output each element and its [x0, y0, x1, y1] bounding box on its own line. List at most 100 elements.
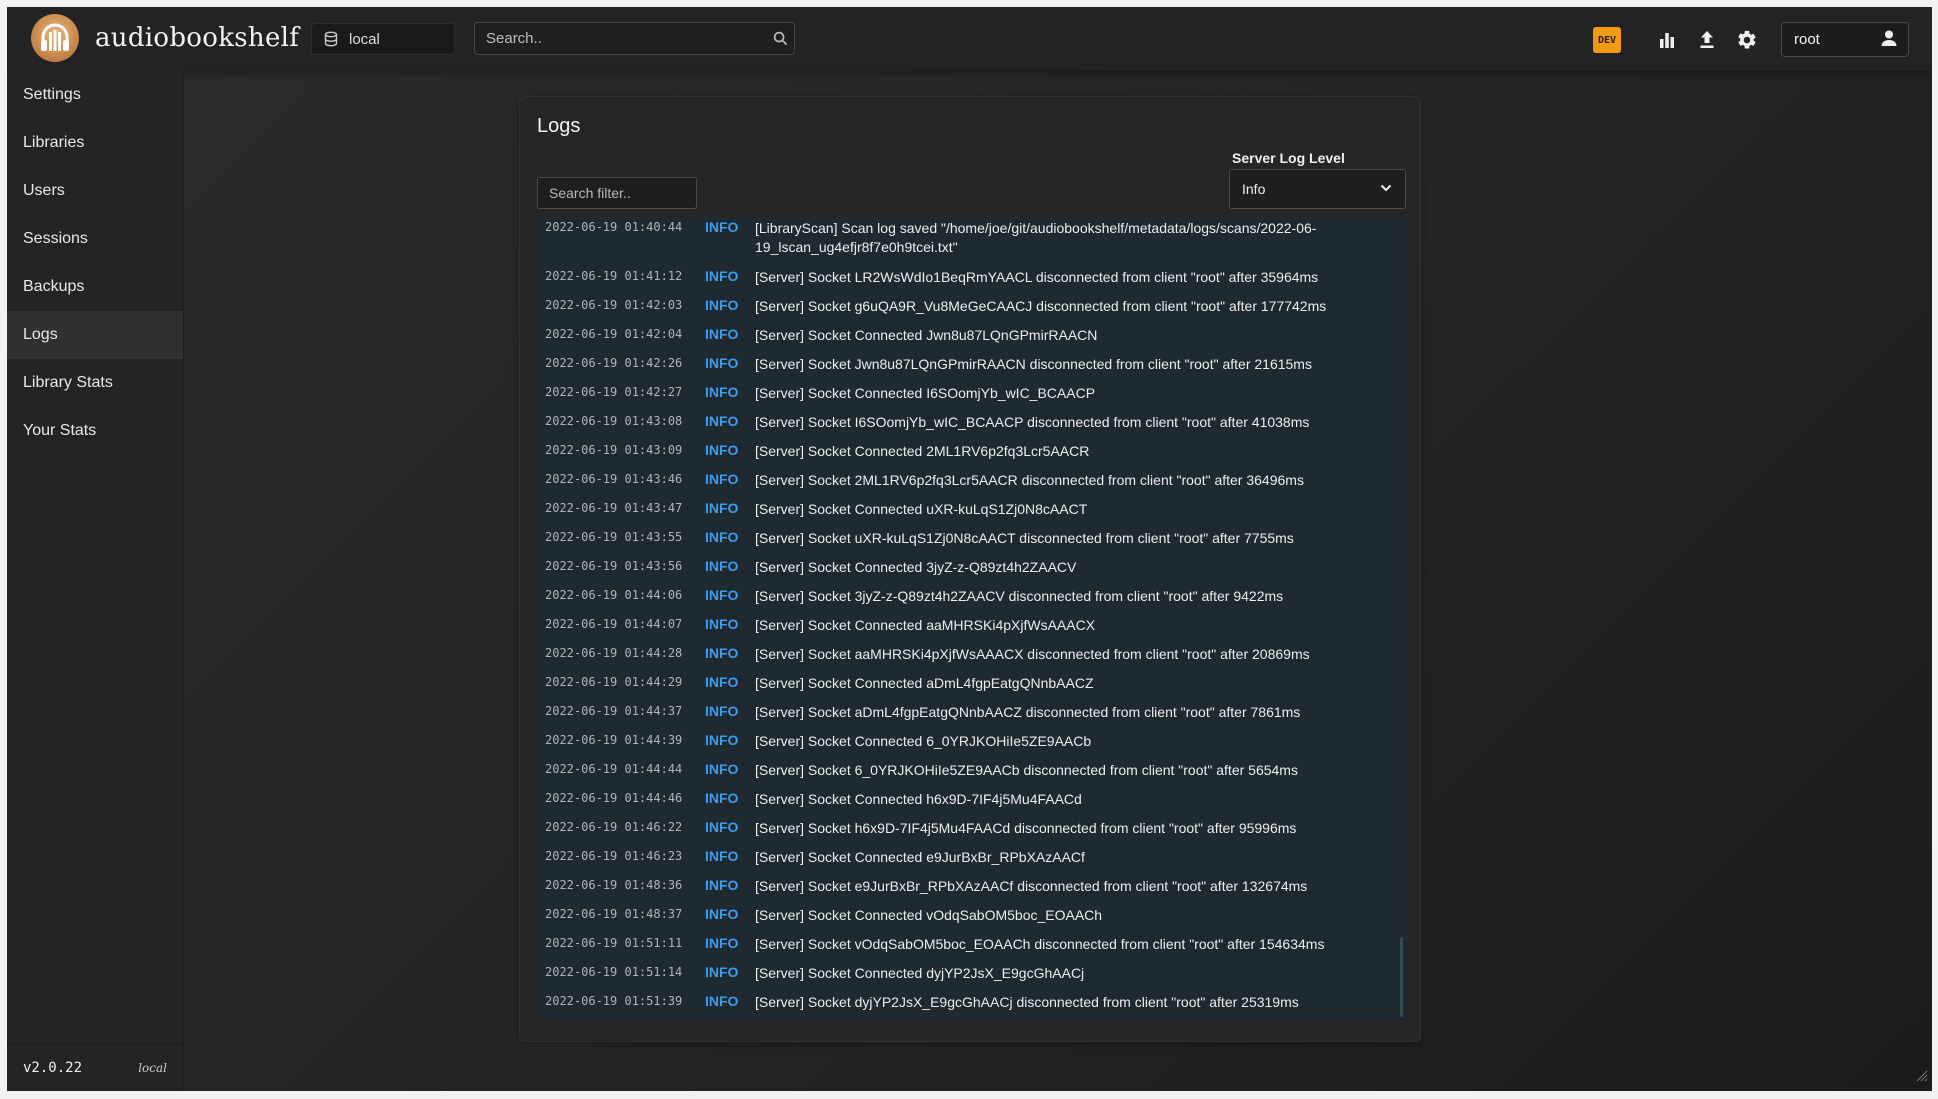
log-timestamp: 2022-06-19 01:42:26 [545, 356, 683, 370]
global-search[interactable] [474, 22, 795, 55]
log-message: [Server] Socket Jwn8u87LQnGPmirRAACN dis… [755, 356, 1312, 372]
log-level-tag: INFO [705, 297, 739, 313]
log-message: [Server] Socket e9JurBxBr_RPbXAzAACf dis… [755, 878, 1308, 894]
sidebar-item-logs[interactable]: Logs [7, 311, 183, 359]
user-menu-button[interactable]: root [1781, 22, 1909, 57]
log-row: 2022-06-19 01:44:44 INFO [Server] Socket 6… [537, 760, 1406, 789]
search-input[interactable] [475, 29, 766, 48]
log-timestamp: 2022-06-19 01:48:36 [545, 878, 683, 892]
log-timestamp: 2022-06-19 01:42:04 [545, 327, 683, 341]
settings-icon[interactable] [1734, 27, 1760, 53]
log-message: [Server] Socket Connected e9JurBxBr_RPbX… [755, 849, 1085, 865]
log-row: 2022-06-19 01:44:06 INFO [Server] Socket 3… [537, 586, 1406, 615]
log-level-tag: INFO [705, 964, 739, 980]
log-message: [Server] Socket Connected vOdqSabOM5boc_… [755, 907, 1103, 923]
stats-icon[interactable] [1654, 27, 1680, 53]
log-timestamp: 2022-06-19 01:44:39 [545, 733, 683, 747]
app-logo[interactable] [31, 14, 79, 62]
log-row: 2022-06-19 01:43:09 INFO [Server] Socket C… [537, 441, 1406, 470]
log-message: [Server] Socket h6x9D-7IF4j5Mu4FAACd dis… [755, 820, 1297, 836]
log-timestamp: 2022-06-19 01:44:07 [545, 617, 683, 631]
log-level-tag: INFO [705, 268, 739, 284]
log-message: [Server] Socket Connected Jwn8u87LQnGPmi… [755, 327, 1098, 343]
search-icon[interactable] [766, 31, 794, 46]
app-version: v2.0.22 [23, 1059, 83, 1076]
log-message: [Server] Socket Connected 2ML1RV6p2fq3Lc… [755, 443, 1090, 459]
log-timestamp: 2022-06-19 01:43:56 [545, 559, 683, 573]
sidebar-item-backups[interactable]: Backups [7, 263, 183, 311]
log-row: 2022-06-19 01:40:44 INFO [LibraryScan] Sca… [537, 218, 1406, 267]
dev-badge: DEV [1593, 27, 1621, 53]
sidebar-item-users[interactable]: Users [7, 167, 183, 215]
sidebar-item-sessions[interactable]: Sessions [7, 215, 183, 263]
library-select[interactable]: local [311, 23, 455, 55]
log-timestamp: 2022-06-19 01:44:37 [545, 704, 683, 718]
sidebar-item-library-stats[interactable]: Library Stats [7, 359, 183, 407]
log-row: 2022-06-19 01:51:11 INFO [Server] Socket v… [537, 934, 1406, 963]
log-message: [Server] Socket Connected 3jyZ-z-Q89zt4h… [755, 559, 1077, 575]
headphones-logo-icon [41, 23, 69, 51]
log-timestamp: 2022-06-19 01:51:11 [545, 936, 683, 950]
log-message: [Server] Socket uXR-kuLqS1Zj0N8cAACT dis… [755, 530, 1294, 546]
log-level-tag: INFO [705, 848, 739, 864]
log-row: 2022-06-19 01:48:37 INFO [Server] Socket C… [537, 905, 1406, 934]
log-message: [LibraryScan] Scan log saved "/home/joe/… [755, 220, 1317, 255]
log-row: 2022-06-19 01:43:08 INFO [Server] Socket I… [537, 412, 1406, 441]
log-level-tag: INFO [705, 674, 739, 690]
log-level-tag: INFO [705, 384, 739, 400]
log-row: 2022-06-19 01:42:27 INFO [Server] Socket C… [537, 383, 1406, 412]
log-timestamp: 2022-06-19 01:42:03 [545, 298, 683, 312]
log-message: [Server] Socket Connected 6_0YRJKOHiIe5Z… [755, 733, 1092, 749]
log-level-tag: INFO [705, 935, 739, 951]
app-title[interactable]: audiobookshelf [95, 23, 299, 53]
log-filter-input[interactable] [538, 178, 696, 208]
page-title: Logs [537, 115, 581, 137]
log-level-tag: INFO [705, 877, 739, 893]
log-level-tag: INFO [705, 587, 739, 603]
sidebar-item-libraries[interactable]: Libraries [7, 119, 183, 167]
log-row: 2022-06-19 01:44:39 INFO [Server] Socket C… [537, 731, 1406, 760]
upload-icon[interactable] [1694, 27, 1720, 53]
log-message: [Server] Socket 3jyZ-z-Q89zt4h2ZAACV dis… [755, 588, 1284, 604]
log-row: 2022-06-19 01:42:03 INFO [Server] Socket g… [537, 296, 1406, 325]
log-row: 2022-06-19 01:48:36 INFO [Server] Socket e… [537, 876, 1406, 905]
log-level-tag: INFO [705, 906, 739, 922]
log-level-tag: INFO [705, 471, 739, 487]
sidebar-item-your-stats[interactable]: Your Stats [7, 407, 183, 455]
log-row: 2022-06-19 01:51:39 INFO [Server] Socket d… [537, 992, 1406, 1019]
app-window: audiobookshelf local DEV root [7, 7, 1932, 1091]
log-list[interactable]: 2022-06-19 01:40:44 INFO [LibraryScan] Sca… [537, 217, 1406, 1019]
log-timestamp: 2022-06-19 01:46:23 [545, 849, 683, 863]
log-message: [Server] Socket 2ML1RV6p2fq3Lcr5AACR dis… [755, 472, 1304, 488]
log-message: [Server] Socket dyjYP2JsX_E9gcGhAACj dis… [755, 994, 1299, 1010]
log-level-tag: INFO [705, 219, 739, 235]
settings-sidebar: Settings Libraries Users Sessions Backup… [7, 71, 184, 1091]
log-level-tag: INFO [705, 442, 739, 458]
log-message: [Server] Socket Connected h6x9D-7IF4j5Mu… [755, 791, 1082, 807]
log-timestamp: 2022-06-19 01:51:39 [545, 994, 683, 1008]
log-message: [Server] Socket Connected aaMHRSKi4pXjfW… [755, 617, 1096, 633]
log-row: 2022-06-19 01:44:07 INFO [Server] Socket C… [537, 615, 1406, 644]
log-level-tag: INFO [705, 703, 739, 719]
log-row: 2022-06-19 01:46:23 INFO [Server] Socket C… [537, 847, 1406, 876]
log-level-tag: INFO [705, 732, 739, 748]
log-timestamp: 2022-06-19 01:43:09 [545, 443, 683, 457]
log-row: 2022-06-19 01:42:04 INFO [Server] Socket C… [537, 325, 1406, 354]
log-level-select[interactable]: Info [1229, 169, 1406, 209]
log-level-label: Server Log Level [1232, 150, 1345, 166]
log-row: 2022-06-19 01:44:37 INFO [Server] Socket a… [537, 702, 1406, 731]
resize-grip-icon[interactable] [1914, 1068, 1928, 1087]
log-level-tag: INFO [705, 790, 739, 806]
log-search-filter[interactable] [537, 177, 697, 209]
log-level-tag: INFO [705, 819, 739, 835]
log-timestamp: 2022-06-19 01:44:06 [545, 588, 683, 602]
log-timestamp: 2022-06-19 01:41:12 [545, 269, 683, 283]
log-message: [Server] Socket aDmL4fgpEatgQNnbAACZ dis… [755, 704, 1301, 720]
log-message: [Server] Socket Connected dyjYP2JsX_E9gc… [755, 965, 1085, 981]
sidebar-item-settings[interactable]: Settings [7, 71, 183, 119]
log-level-tag: INFO [705, 761, 739, 777]
log-timestamp: 2022-06-19 01:42:27 [545, 385, 683, 399]
log-scrollbar[interactable] [1400, 937, 1403, 1017]
log-timestamp: 2022-06-19 01:43:46 [545, 472, 683, 486]
log-message: [Server] Socket LR2WsWdIo1BeqRmYAACL dis… [755, 269, 1319, 285]
